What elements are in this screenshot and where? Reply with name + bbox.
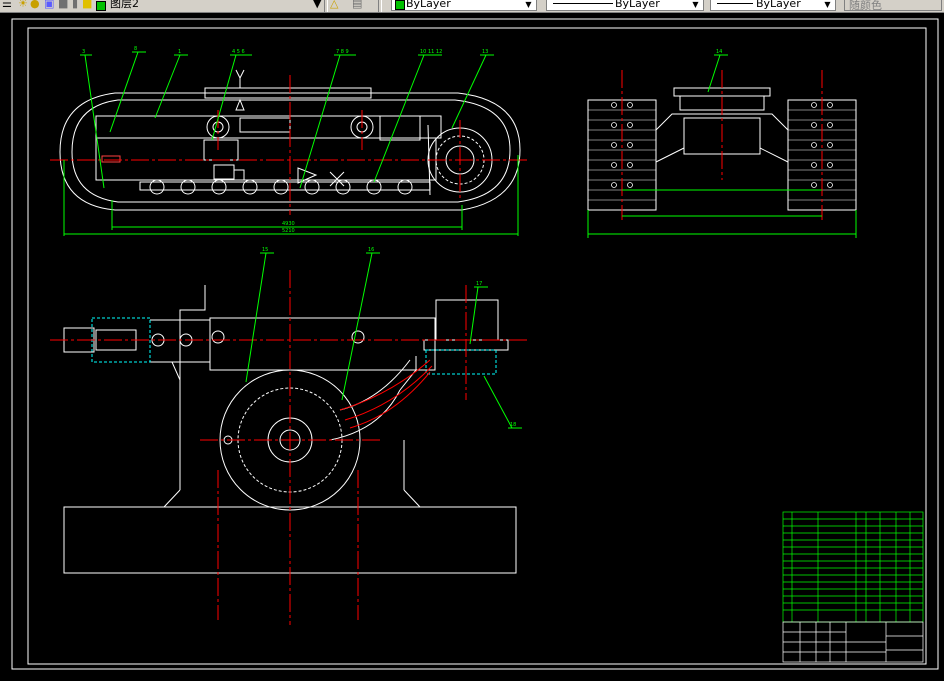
centre-lines-top [50, 75, 530, 215]
make-current-icon[interactable]: △ [330, 0, 338, 11]
chevron-down-icon[interactable]: ▼ [822, 0, 833, 10]
lineweight-preview [717, 3, 753, 4]
callout-label: 10 11 12 [420, 49, 442, 55]
lineweight-dropdown[interactable]: ByLayer ▼ [710, 0, 836, 11]
callout-label: 7 8 9 [336, 49, 349, 55]
dim-label: 5210 [282, 228, 295, 234]
callout-label: 15 [262, 247, 268, 253]
toolbar-separator [324, 0, 328, 12]
callout-label: 4 5 6 [232, 49, 245, 55]
centre-lines-section [50, 270, 530, 625]
layer-manager-icon[interactable]: ☰ [2, 0, 12, 11]
drawing-canvas[interactable]: 3 8 1 4 5 6 7 8 9 10 11 12 13 4930 5210 [0, 13, 944, 678]
color-swatch [395, 0, 405, 10]
layer-color-swatch [96, 1, 106, 11]
linetype-preview [553, 3, 613, 4]
toolbar-separator [378, 0, 382, 12]
layer-state-icon[interactable]: ■ [58, 0, 68, 11]
layer-name[interactable]: 图层2 [110, 0, 139, 11]
title-block [782, 621, 924, 663]
callout-labels-top: 3 8 1 4 5 6 7 8 9 10 11 12 13 4930 5210 [82, 46, 488, 234]
plotstyle-value: 随颜色 [849, 0, 882, 11]
plot-icon[interactable]: ■ [82, 0, 92, 11]
lineweight-value: ByLayer [756, 0, 801, 10]
color-dropdown[interactable]: ByLayer ▼ [391, 0, 537, 11]
callout-labels-front: 14 [716, 49, 722, 55]
properties-toolbar: ☰ ☀ ● ▣ ■ ▮ ■ 图层2 ▼ △ ▤ ByLayer ▼ ByLaye… [0, 0, 944, 13]
callout-label: 13 [482, 49, 488, 55]
color-value: ByLayer [406, 0, 451, 10]
layer-dropdown-arrow[interactable]: ▼ [313, 0, 321, 11]
chevron-down-icon[interactable]: ▼ [523, 0, 534, 10]
linetype-dropdown[interactable]: ByLayer ▼ [546, 0, 704, 11]
inner-frame [27, 27, 927, 665]
lightbulb-icon[interactable]: ☀ [18, 0, 28, 11]
sun-icon[interactable]: ● [30, 0, 40, 11]
linetype-value: ByLayer [615, 0, 660, 10]
callout-label: 14 [716, 49, 722, 55]
callout-label: 3 [82, 49, 85, 55]
chevron-down-icon[interactable]: ▼ [690, 0, 701, 10]
callout-label: 18 [510, 422, 516, 428]
plotstyle-dropdown: 随颜色 [844, 0, 942, 11]
track-rollers [139, 179, 431, 195]
dimension-lines-top [63, 51, 519, 236]
layer-icon[interactable]: ▮ [72, 0, 78, 11]
centre-lines-front [621, 70, 823, 220]
layer-previous-icon[interactable]: ▤ [352, 0, 362, 11]
callout-label: 16 [368, 247, 374, 253]
dim-label: 4930 [282, 221, 295, 227]
cad-drawing: 3 8 1 4 5 6 7 8 9 10 11 12 13 4930 5210 [11, 18, 939, 670]
callout-label: 17 [476, 281, 482, 287]
parts-list-table [782, 511, 924, 623]
lock-icon[interactable]: ▣ [44, 0, 54, 11]
callout-label: 1 [178, 49, 181, 55]
callout-label: 8 [134, 46, 137, 52]
